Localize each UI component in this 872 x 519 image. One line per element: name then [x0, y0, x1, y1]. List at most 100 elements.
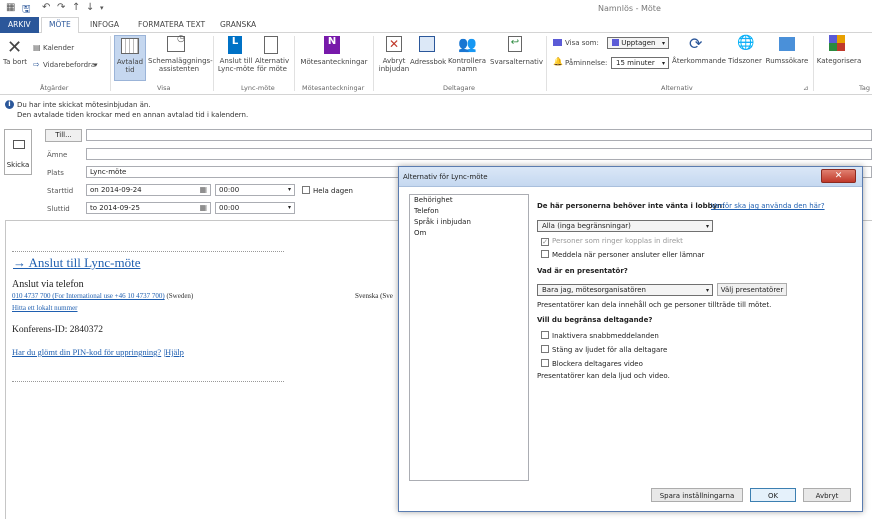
list-item-sprak[interactable]: Språk i inbjudan — [410, 217, 528, 228]
amne-label: Ämne — [47, 151, 68, 159]
vidarebefordra-dropdown-icon[interactable]: ▾ — [94, 61, 98, 69]
plats-label: Plats — [47, 169, 64, 177]
lobby-select[interactable]: Alla (inga begränsningar) ▾ — [537, 220, 713, 232]
phone-link[interactable]: 010 4737 700 (For International use +46 … — [12, 292, 165, 300]
avtalad-tid-button[interactable]: Avtalad tid — [114, 35, 146, 81]
calendar-icon: ▤ — [33, 43, 41, 52]
chevron-down-icon: ▾ — [661, 60, 665, 67]
end-date-field[interactable]: to 2014-09-25 ▦ — [86, 202, 211, 214]
till-field[interactable] — [86, 129, 872, 141]
close-icon[interactable]: ✕ — [821, 169, 856, 183]
group-lync: Lync-möte — [241, 84, 275, 92]
tab-arkiv[interactable]: ARKIV — [0, 17, 39, 33]
kontrollera-label: Kontrollera namn — [448, 57, 487, 73]
clock-icon: ◷ — [177, 34, 185, 44]
start-time-value: 00:00 — [219, 186, 240, 194]
avtalad-tid-label: Avtalad tid — [116, 58, 144, 74]
forward-icon: ⇨ — [33, 60, 40, 69]
group-atgarder: Åtgärder — [40, 84, 69, 92]
up-arrow-icon[interactable]: ↑ — [72, 2, 80, 13]
cancel-invitation-icon: ✕ — [386, 36, 402, 52]
inaktivera-checkbox[interactable]: Inaktivera snabbmeddelanden — [541, 331, 659, 340]
join-lync-link[interactable]: → Anslut till Lync-möte — [13, 255, 140, 271]
tab-formatera-text[interactable]: FORMATERA TEXT — [138, 20, 205, 29]
options-list: Behörighet Telefon Språk i inbjudan Om — [409, 194, 529, 481]
motesanteckningar-label: Mötesanteckningar — [300, 58, 368, 66]
list-item-om[interactable]: Om — [410, 228, 528, 239]
chevron-down-icon[interactable]: ▾ — [288, 204, 291, 211]
ribbon-tabs: ARKIV MÖTE INFOGA FORMATERA TEXT GRANSKA — [0, 17, 872, 34]
visa-som-label: Visa som: — [565, 39, 599, 47]
ringer-checkbox[interactable]: ✓ Personer som ringer kopplas in direkt — [541, 237, 683, 246]
checkbox-box — [541, 331, 549, 339]
dialog-launcher-icon[interactable]: ⊿ — [803, 84, 808, 92]
hitta-nummer-link[interactable]: Hitta ett lokalt nummer — [12, 304, 78, 312]
anslut-label: Anslut till Lync-möte — [217, 57, 255, 73]
start-date-field[interactable]: on 2014-09-24 ▦ — [86, 184, 211, 196]
app-icon[interactable]: ▦ — [6, 2, 15, 13]
calendar-picker-icon[interactable]: ▦ — [199, 203, 207, 212]
down-arrow-icon[interactable]: ↓ — [86, 2, 94, 13]
divider — [12, 251, 284, 252]
valj-presentatorer-button[interactable]: Välj presentatörer — [717, 283, 787, 296]
tab-mote[interactable]: MÖTE — [41, 17, 79, 34]
vidarebefordra-button[interactable]: Vidarebefordra — [43, 61, 95, 69]
hjalp-link[interactable]: |Hjälp — [163, 347, 184, 357]
amne-field[interactable] — [86, 148, 872, 160]
tidszoner-label: Tidszoner — [728, 57, 762, 65]
checkbox-box — [541, 250, 549, 258]
tab-infoga[interactable]: INFOGA — [90, 20, 119, 29]
adressbok-label: Adressbok — [410, 58, 447, 66]
undo-icon[interactable]: ↶ — [42, 2, 50, 13]
customize-icon[interactable]: ▾ — [100, 4, 104, 12]
avbryt-label: Avbryt inbjudan — [378, 57, 410, 73]
paminnelse-select[interactable]: 15 minuter ▾ — [611, 57, 669, 69]
pin-link[interactable]: Har du glömt din PIN-kod för uppringning… — [12, 347, 161, 357]
kalender-button[interactable]: Kalender — [43, 44, 74, 52]
divider — [294, 36, 295, 91]
info-bar: i Du har inte skickat mötesinbjudan än. … — [0, 99, 872, 125]
recurrence-icon: ⟳ — [689, 34, 703, 53]
till-button[interactable]: Till... — [45, 129, 82, 142]
group-alternativ: Alternativ — [661, 84, 693, 92]
list-item-telefon[interactable]: Telefon — [410, 206, 528, 217]
list-item-behorighet[interactable]: Behörighet — [410, 195, 528, 206]
anslut-via-telefon: Anslut via telefon — [12, 279, 84, 290]
room-finder-icon — [779, 37, 795, 51]
ok-button[interactable]: OK — [750, 488, 796, 502]
dialog-title-bar[interactable]: Alternativ för Lync-möte ✕ — [399, 167, 862, 187]
presenter-select[interactable]: Bara jag, mötesorganisatören ▾ — [537, 284, 713, 296]
appointment-icon — [121, 38, 139, 54]
lobby-help-link[interactable]: Varför ska jag använda den här? — [711, 202, 825, 210]
divider — [546, 36, 547, 91]
window-title: Namnlös - Möte — [598, 4, 661, 13]
end-time-value: 00:00 — [219, 204, 240, 212]
chevron-down-icon[interactable]: ▾ — [288, 186, 291, 193]
blockera-label: Blockera deltagares video — [552, 360, 643, 368]
group-visa: Visa — [157, 84, 171, 92]
blockera-checkbox[interactable]: Blockera deltagares video — [541, 359, 643, 368]
hela-dagen-checkbox[interactable]: Hela dagen — [302, 186, 353, 195]
visa-som-select[interactable]: Upptagen ▾ — [607, 37, 669, 49]
skicka-button[interactable]: Skicka — [4, 129, 32, 175]
group-motesanteckningar: Mötesanteckningar — [302, 84, 365, 92]
redo-icon[interactable]: ↷ — [57, 2, 65, 13]
spara-button[interactable]: Spara inställningarna — [651, 488, 743, 502]
aterkommande-label: Återkommande — [672, 57, 726, 65]
rumssokare-label: Rumssökare — [765, 57, 809, 65]
limit-question: Vill du begränsa deltagande? — [537, 316, 653, 324]
meddela-checkbox[interactable]: Meddela när personer ansluter eller lämn… — [541, 250, 704, 259]
avbryt-button[interactable]: Avbryt — [803, 488, 851, 502]
stang-checkbox[interactable]: Stäng av ljudet för alla deltagare — [541, 345, 667, 354]
end-time-field[interactable]: 00:00 ▾ — [215, 202, 295, 214]
reply-icon: ↩ — [508, 36, 522, 52]
categorize-icon — [829, 35, 845, 51]
checkbox-box — [541, 345, 549, 353]
send-icon — [13, 140, 25, 149]
stang-label: Stäng av ljudet för alla deltagare — [552, 346, 668, 354]
calendar-picker-icon[interactable]: ▦ — [199, 185, 207, 194]
ta-bort-label: Ta bort — [3, 58, 27, 66]
start-time-field[interactable]: 00:00 ▾ — [215, 184, 295, 196]
tab-granska[interactable]: GRANSKA — [220, 20, 256, 29]
busy-swatch — [612, 39, 619, 46]
